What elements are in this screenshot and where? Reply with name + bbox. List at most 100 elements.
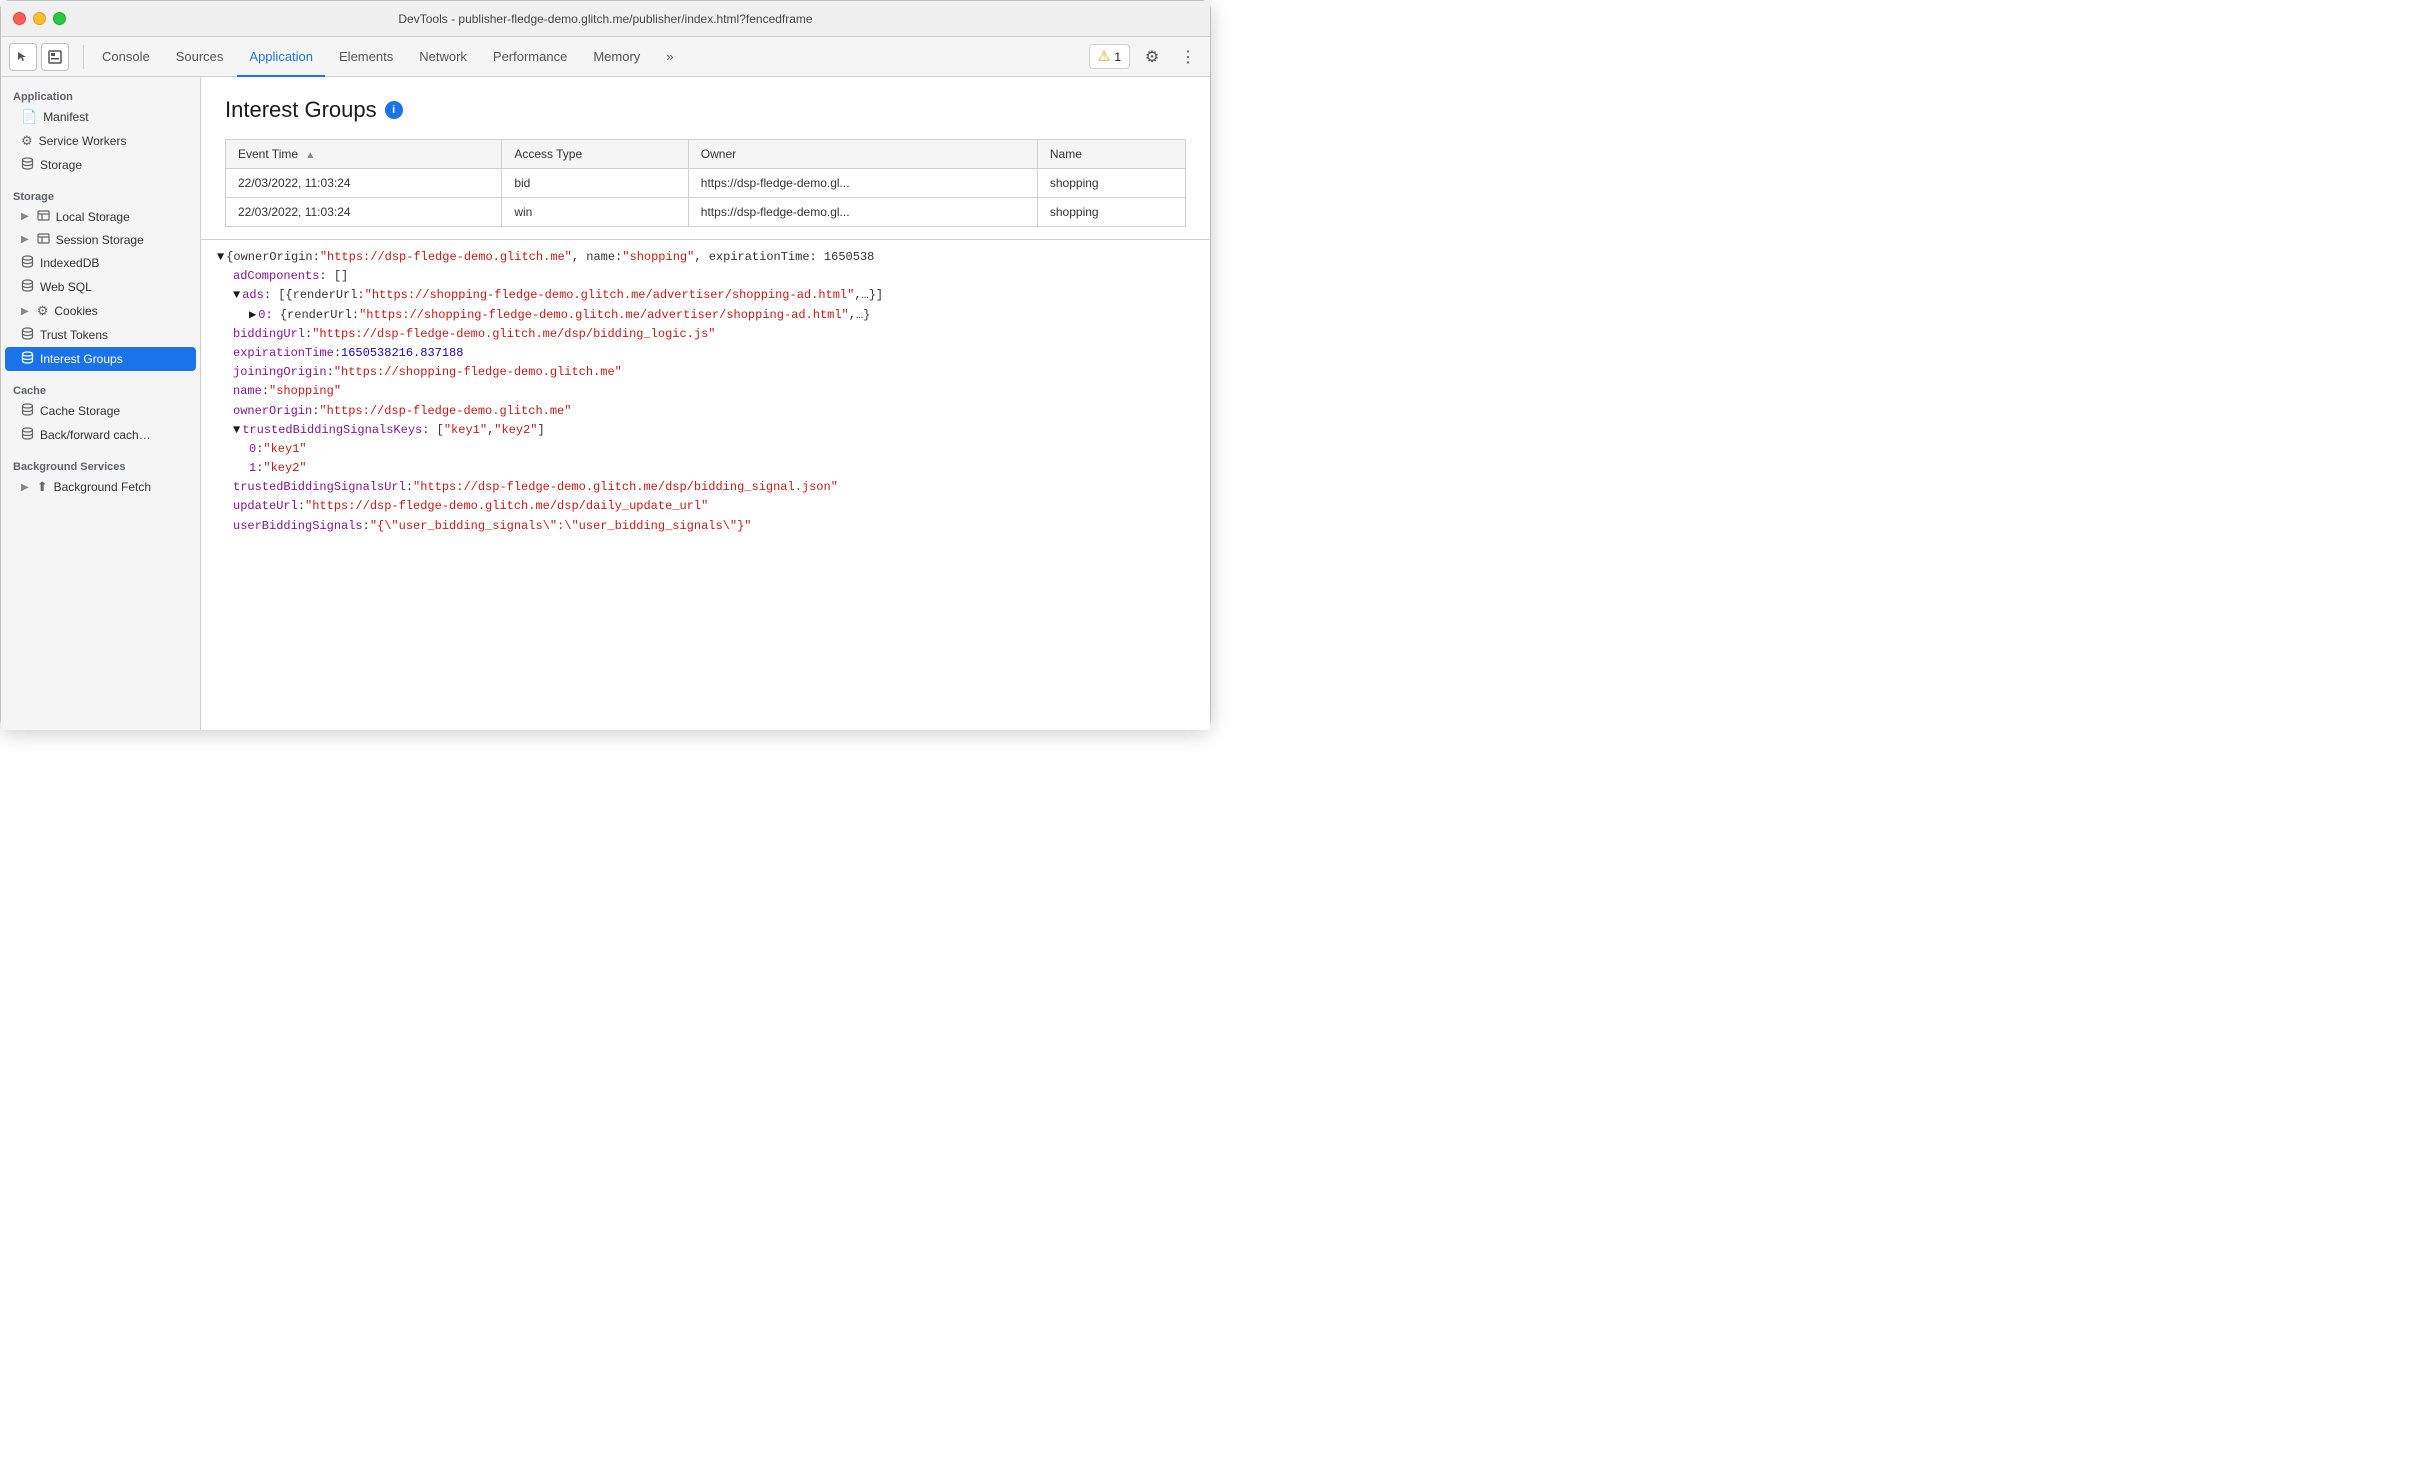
more-menu-button[interactable]: ⋮: [1174, 43, 1202, 71]
session-storage-icon: [37, 232, 50, 247]
sidebar-label-trust-tokens: Trust Tokens: [40, 328, 108, 342]
web-sql-icon: [21, 279, 34, 295]
sidebar-item-local-storage[interactable]: ▶ Local Storage: [1, 205, 200, 228]
detail-line-update-url: updateUrl : "https://dsp-fledge-demo.gli…: [233, 497, 1194, 516]
cursor-icon-btn[interactable]: [9, 43, 37, 71]
tab-elements[interactable]: Elements: [327, 37, 405, 77]
sidebar-item-storage-top[interactable]: Storage: [1, 153, 200, 177]
sidebar-item-back-forward-cache[interactable]: Back/forward cach…: [1, 423, 200, 447]
session-storage-arrow: ▶: [21, 234, 29, 245]
expand-icon-ads[interactable]: ▼: [233, 286, 240, 305]
sidebar-item-indexeddb[interactable]: IndexedDB: [1, 251, 200, 275]
tab-application[interactable]: Application: [237, 37, 325, 77]
sidebar-item-manifest[interactable]: 📄 Manifest: [1, 105, 200, 129]
window-title: DevTools - publisher-fledge-demo.glitch.…: [398, 12, 812, 26]
minimize-button[interactable]: [33, 12, 46, 25]
table-row[interactable]: 22/03/2022, 11:03:24 win https://dsp-fle…: [226, 198, 1186, 227]
col-access-type[interactable]: Access Type: [502, 140, 688, 169]
detail-line-trusted-url: trustedBiddingSignalsUrl : "https://dsp-…: [233, 478, 1194, 497]
back-forward-cache-icon: [21, 427, 34, 443]
toolbar-icons: [9, 43, 69, 71]
close-button[interactable]: [13, 12, 26, 25]
storage-top-icon: [21, 157, 34, 173]
cookies-icon: ⚙: [37, 303, 49, 319]
sidebar-section-application: Application: [1, 85, 200, 105]
title-bar: DevTools - publisher-fledge-demo.glitch.…: [1, 1, 1210, 37]
col-name[interactable]: Name: [1037, 140, 1185, 169]
tab-memory[interactable]: Memory: [581, 37, 652, 77]
interest-groups-panel: Interest Groups i Event Time ▲ Access Ty…: [201, 77, 1210, 239]
sidebar-label-back-forward-cache: Back/forward cach…: [40, 428, 151, 442]
sidebar-label-session-storage: Session Storage: [56, 233, 144, 247]
traffic-lights: [13, 12, 66, 25]
local-storage-icon: [37, 209, 50, 224]
detail-line-joining-origin: joiningOrigin : "https://shopping-fledge…: [233, 363, 1194, 382]
sidebar-section-cache: Cache: [1, 379, 200, 399]
sidebar-item-interest-groups[interactable]: Interest Groups: [5, 347, 196, 371]
sidebar: Application 📄 Manifest ⚙ Service Workers…: [1, 77, 201, 730]
detail-line-1: ▼ {ownerOrigin: "https://dsp-fledge-demo…: [217, 248, 1194, 267]
cell-owner-1: https://dsp-fledge-demo.gl...: [688, 169, 1037, 198]
interest-groups-icon: [21, 351, 34, 367]
maximize-button[interactable]: [53, 12, 66, 25]
sidebar-item-session-storage[interactable]: ▶ Session Storage: [1, 228, 200, 251]
warning-icon: ⚠: [1098, 48, 1111, 65]
table-row[interactable]: 22/03/2022, 11:03:24 bid https://dsp-fle…: [226, 169, 1186, 198]
tab-performance[interactable]: Performance: [481, 37, 579, 77]
inspect-icon-btn[interactable]: [41, 43, 69, 71]
cookies-arrow: ▶: [21, 306, 29, 317]
sidebar-label-indexeddb: IndexedDB: [40, 256, 99, 270]
detail-line-adcomponents: adComponents : []: [233, 267, 1194, 286]
main-layout: Application 📄 Manifest ⚙ Service Workers…: [1, 77, 1210, 730]
sidebar-item-service-workers[interactable]: ⚙ Service Workers: [1, 129, 200, 153]
detail-line-owner-origin: ownerOrigin : "https://dsp-fledge-demo.g…: [233, 402, 1194, 421]
sidebar-label-background-fetch: Background Fetch: [54, 480, 151, 494]
cell-event-time-2: 22/03/2022, 11:03:24: [226, 198, 502, 227]
detail-line-ads-0: ▶ 0 : {renderUrl: "https://shopping-fled…: [249, 306, 1194, 325]
tab-sources[interactable]: Sources: [164, 37, 236, 77]
trust-tokens-icon: [21, 327, 34, 343]
sidebar-section-bg-services: Background Services: [1, 455, 200, 475]
content-area: Interest Groups i Event Time ▲ Access Ty…: [201, 77, 1210, 730]
bg-fetch-arrow: ▶: [21, 482, 29, 493]
detail-line-key1: 0 : "key1": [249, 440, 1194, 459]
cell-event-time-1: 22/03/2022, 11:03:24: [226, 169, 502, 198]
manifest-icon: 📄: [21, 109, 37, 125]
tab-console[interactable]: Console: [90, 37, 162, 77]
detail-line-name: name : "shopping": [233, 382, 1194, 401]
sidebar-label-local-storage: Local Storage: [56, 210, 130, 224]
sidebar-item-cache-storage[interactable]: Cache Storage: [1, 399, 200, 423]
settings-button[interactable]: ⚙: [1138, 43, 1166, 71]
expand-icon-1[interactable]: ▼: [217, 248, 224, 267]
sidebar-label-web-sql: Web SQL: [40, 280, 92, 294]
toolbar: Console Sources Application Elements Net…: [1, 37, 1210, 77]
toolbar-divider: [83, 45, 84, 69]
sidebar-divider-1: [1, 177, 200, 185]
warning-badge[interactable]: ⚠ 1: [1089, 44, 1130, 69]
sidebar-item-trust-tokens[interactable]: Trust Tokens: [1, 323, 200, 347]
detail-line-bidding-url: biddingUrl : "https://dsp-fledge-demo.gl…: [233, 325, 1194, 344]
sidebar-item-web-sql[interactable]: Web SQL: [1, 275, 200, 299]
sidebar-divider-3: [1, 447, 200, 455]
detail-line-trusted-keys: ▼ trustedBiddingSignalsKeys : [ "key1" ,…: [233, 421, 1194, 440]
expand-icon-ads-0[interactable]: ▶: [249, 306, 256, 325]
settings-icon: ⚙: [1145, 47, 1159, 67]
sidebar-label-storage-top: Storage: [40, 158, 82, 172]
sort-icon: ▲: [305, 150, 315, 161]
info-icon-button[interactable]: i: [385, 101, 403, 119]
cell-access-type-1: bid: [502, 169, 688, 198]
toolbar-right: ⚠ 1 ⚙ ⋮: [1089, 43, 1202, 71]
sidebar-item-background-fetch[interactable]: ▶ ⬆ Background Fetch: [1, 475, 200, 499]
col-event-time[interactable]: Event Time ▲: [226, 140, 502, 169]
sidebar-item-cookies[interactable]: ▶ ⚙ Cookies: [1, 299, 200, 323]
col-owner[interactable]: Owner: [688, 140, 1037, 169]
sidebar-label-cache-storage: Cache Storage: [40, 404, 120, 418]
warning-count: 1: [1114, 50, 1121, 64]
detail-line-user-bidding: userBiddingSignals : "{\"user_bidding_si…: [233, 517, 1194, 536]
tab-network[interactable]: Network: [407, 37, 479, 77]
cell-owner-2: https://dsp-fledge-demo.gl...: [688, 198, 1037, 227]
detail-line-expiration-time: expirationTime : 1650538216.837188: [233, 344, 1194, 363]
tab-more[interactable]: »: [654, 37, 685, 77]
cell-access-type-2: win: [502, 198, 688, 227]
expand-icon-trusted[interactable]: ▼: [233, 421, 240, 440]
